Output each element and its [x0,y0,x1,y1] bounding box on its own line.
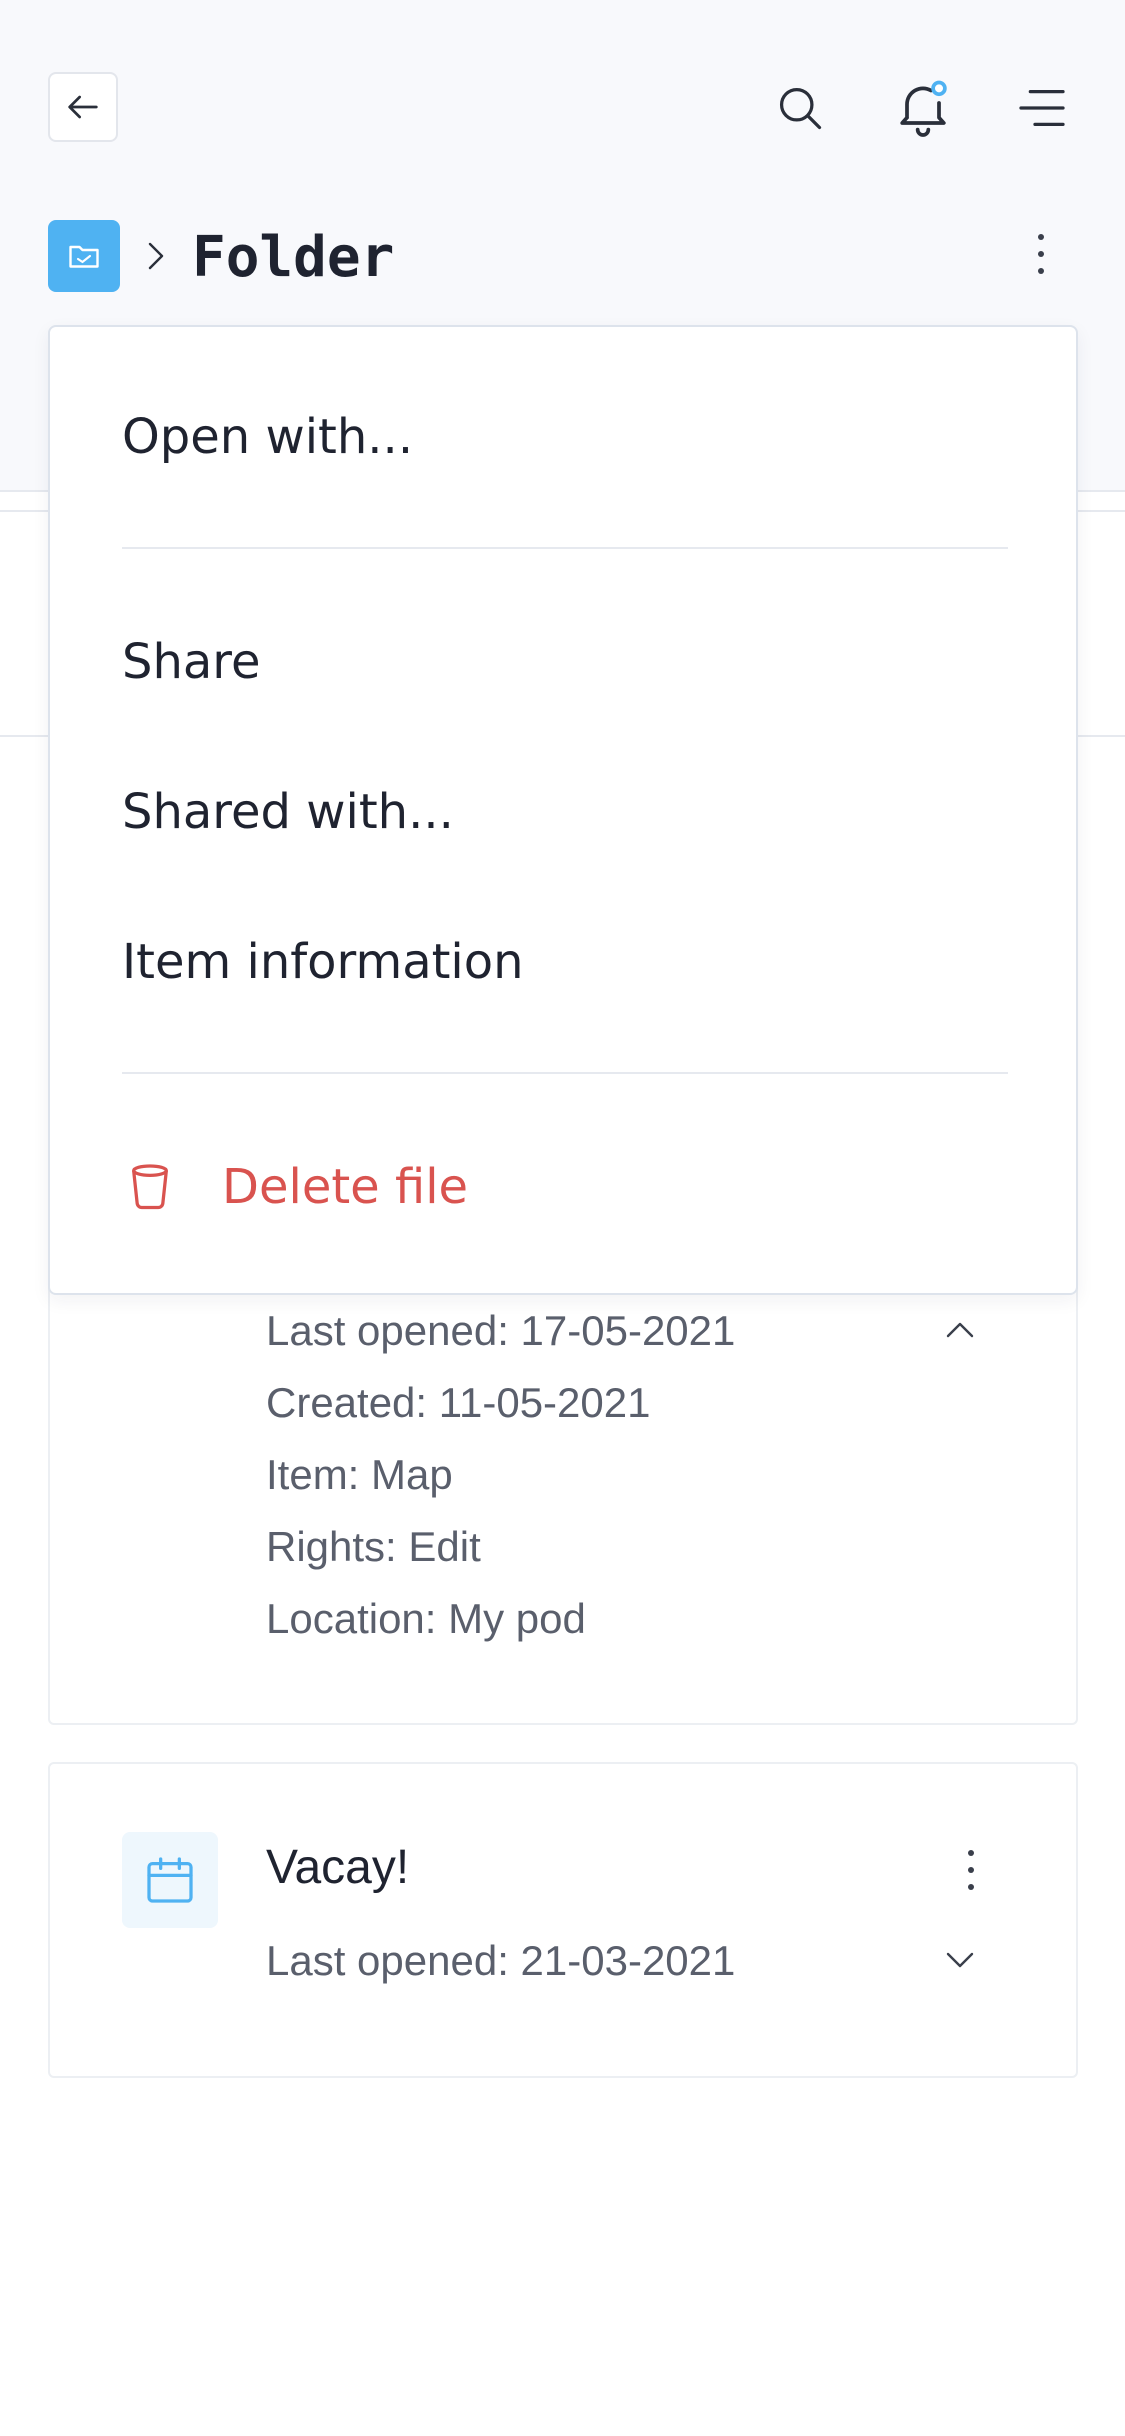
rights-text: Rights: Edit [266,1523,481,1570]
menu-divider [122,547,1008,549]
search-button[interactable] [770,78,830,138]
chevron-right-icon [148,242,164,270]
menu-item-delete-file[interactable]: Delete file [122,1157,468,1217]
chevron-up-icon[interactable] [938,1312,982,1348]
menu-item-open-with[interactable]: Open with... [122,407,413,467]
folder-badge [48,220,120,292]
calendar-icon [147,1857,193,1903]
created-text: Created: 11-05-2021 [266,1379,651,1426]
kebab-icon [968,1850,974,1856]
delete-file-label: Delete file [222,1159,469,1215]
trash-icon [132,1164,168,1210]
search-icon [779,87,822,130]
location-text: Location: My pod [266,1595,586,1642]
notifications-button[interactable] [888,72,958,142]
last-opened-text: Last opened: 17-05-2021 [266,1307,736,1354]
menu-item-item-information[interactable]: Item information [122,932,524,992]
menu-item-share[interactable]: Share [122,632,261,692]
vacay-last-opened: Last opened: 21-03-2021 [266,1937,736,1984]
calendar-tile [122,1832,218,1928]
vacay-more-button[interactable] [968,1850,974,1890]
page-title: Folder [192,225,395,290]
back-button[interactable] [48,72,118,142]
vacay-title: Vacay! [266,1841,410,1894]
vacay-item-card[interactable]: Vacay! Last opened: 21-03-2021 [48,1762,1078,2078]
kebab-icon [1038,234,1044,240]
folder-icon [69,245,99,268]
hamburger-menu-icon [1019,90,1065,126]
menu-item-shared-with[interactable]: Shared with... [122,782,454,842]
bell-icon [900,80,947,137]
chevron-down-icon[interactable] [938,1942,982,1978]
menu-button[interactable] [1012,78,1072,138]
item-type-text: Item: Map [266,1451,453,1498]
arrow-left-icon [68,95,98,119]
context-menu: Open with... Share Shared with... Item i… [48,325,1078,1295]
folder-more-button[interactable] [1038,234,1044,274]
menu-divider [122,1072,1008,1074]
